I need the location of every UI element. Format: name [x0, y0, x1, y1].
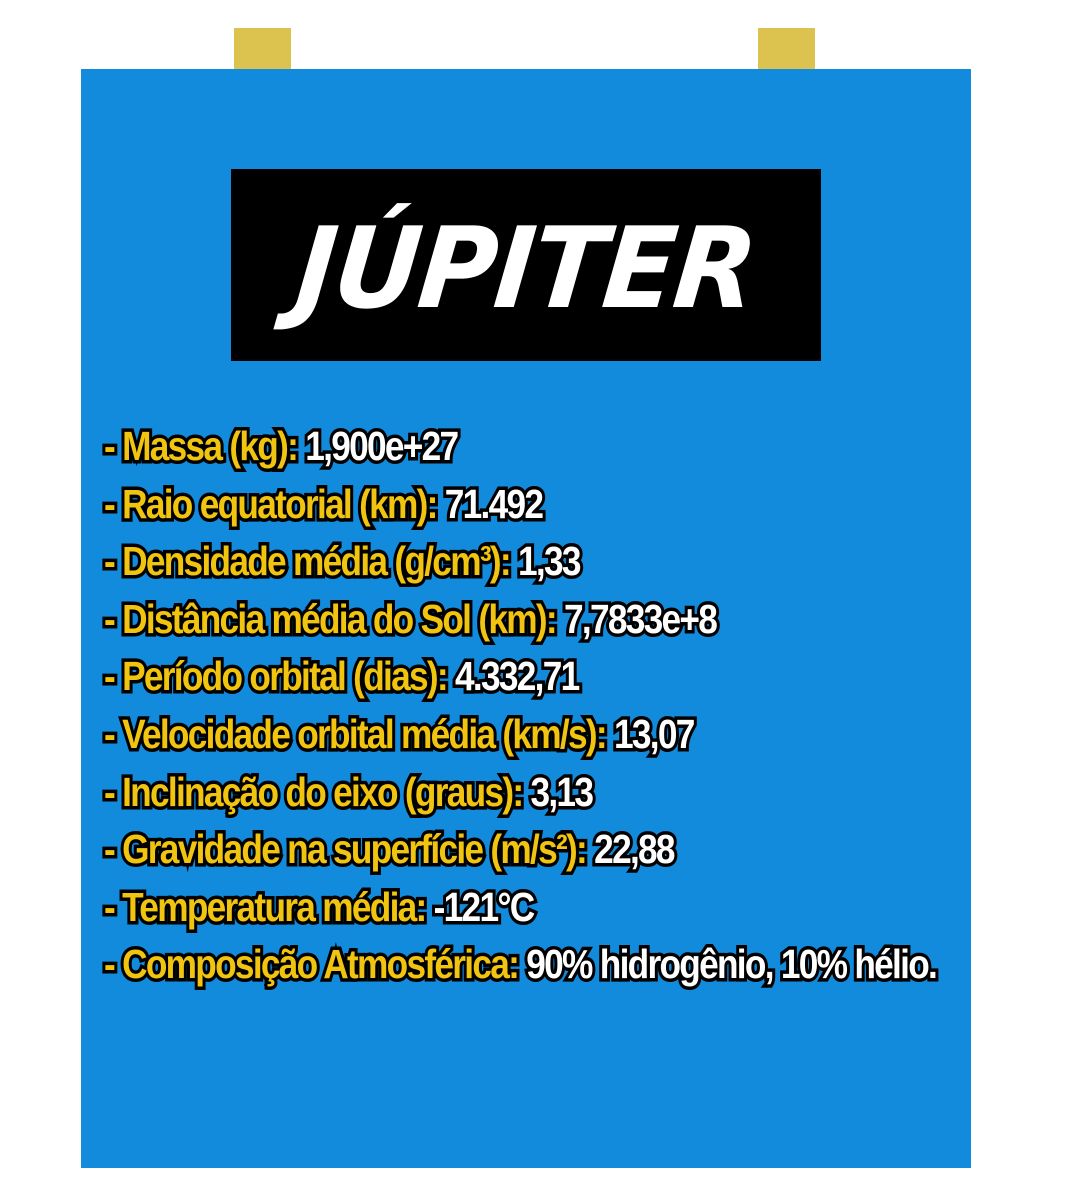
fact-key: - Período orbital (dias): — [101, 650, 452, 703]
fact-inclinacao: - Inclinação do eixo (graus): 3,13 — [101, 764, 844, 822]
facts-list: - Massa (kg): 1,900e+27 - Raio equatoria… — [101, 418, 964, 994]
fact-key: - Velocidade orbital média (km/s): — [101, 707, 611, 760]
fact-value: 7,7833e+8 — [561, 592, 721, 645]
fact-distancia: - Distância média do Sol (km): 7,7833e+8 — [101, 591, 844, 649]
fact-value: 1,900e+27 — [302, 420, 462, 473]
fact-temperatura: - Temperatura média: -121°C — [101, 879, 844, 937]
fact-value: -121°C — [431, 880, 539, 933]
fact-velocidade: - Velocidade orbital média (km/s): 13,07 — [101, 706, 844, 764]
fact-key: - Raio equatorial (km): — [101, 477, 441, 530]
fact-value: 4.332,71 — [452, 650, 583, 703]
fact-key: - Massa (kg): — [101, 420, 302, 473]
fact-key: - Densidade média (g/cm³): — [101, 535, 515, 588]
fact-raio: - Raio equatorial (km): 71.492 — [101, 476, 844, 534]
fact-composicao: - Composição Atmosférica: 90% hidrogênio… — [101, 936, 964, 994]
fact-key: - Distância média do Sol (km): — [101, 592, 561, 645]
fact-value: 71.492 — [442, 477, 547, 530]
page-title: JÚPITER — [290, 204, 762, 334]
fact-densidade: - Densidade média (g/cm³): 1,33 — [101, 533, 844, 591]
title-banner: JÚPITER — [231, 169, 821, 361]
fact-key: - Inclinação do eixo (graus): — [101, 765, 527, 818]
fact-gravidade: - Gravidade na superfície (m/s²): 22,88 — [101, 821, 844, 879]
fact-key: - Composição Atmosférica: — [101, 938, 523, 991]
fact-value: 22,88 — [591, 823, 678, 876]
fact-key: - Gravidade na superfície (m/s²): — [101, 823, 591, 876]
fact-value: 90% hidrogênio, 10% hélio. — [523, 938, 941, 991]
fact-massa: - Massa (kg): 1,900e+27 — [101, 418, 844, 476]
fact-value: 1,33 — [515, 535, 584, 588]
fact-key: - Temperatura média: — [101, 880, 430, 933]
fact-value: 13,07 — [611, 707, 698, 760]
fact-periodo: - Período orbital (dias): 4.332,71 — [101, 648, 844, 706]
fact-value: 3,13 — [527, 765, 596, 818]
